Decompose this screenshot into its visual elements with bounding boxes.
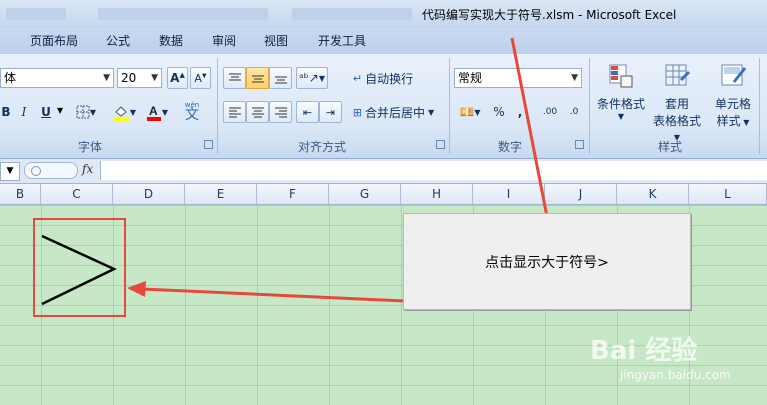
baidu-watermark-url: jingyan.baidu.com: [620, 368, 731, 382]
baidu-watermark-logo: Bai 经验: [590, 336, 698, 366]
arrow-head-icon: [127, 281, 146, 297]
show-greater-than-button[interactable]: 点击显示大于符号>: [403, 213, 691, 310]
annotation-arrow-down: [510, 37, 552, 233]
show-greater-than-label: 点击显示大于符号>: [485, 254, 609, 271]
result-highlight-box: [33, 218, 126, 317]
